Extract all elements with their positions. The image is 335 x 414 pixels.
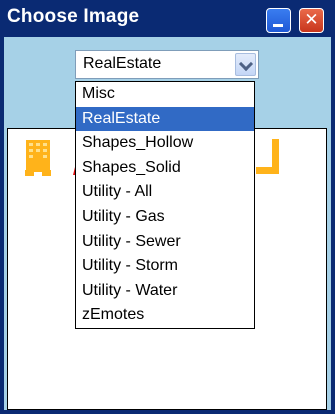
- category-dropdown-list[interactable]: Misc RealEstate Shapes_Hollow Shapes_Solid U…: [75, 81, 255, 329]
- close-button[interactable]: ✕: [299, 8, 324, 33]
- dropdown-option[interactable]: Shapes_Hollow: [76, 131, 254, 156]
- choose-image-window: Choose Image ✕ RealEstate Misc RealEstat…: [0, 0, 335, 414]
- dropdown-option[interactable]: Utility - Storm: [76, 254, 254, 279]
- dropdown-option[interactable]: Utility - All: [76, 180, 254, 205]
- dropdown-option[interactable]: zEmotes: [76, 303, 254, 328]
- window-title: Choose Image: [7, 6, 140, 27]
- select-arrow-button[interactable]: [235, 53, 256, 76]
- dropdown-option[interactable]: RealEstate: [76, 106, 254, 132]
- building-icon[interactable]: [25, 140, 51, 176]
- minimize-button[interactable]: [266, 8, 291, 33]
- select-value: RealEstate: [83, 55, 162, 72]
- dropdown-option[interactable]: Misc: [76, 82, 254, 107]
- dropdown-option[interactable]: Utility - Sewer: [76, 230, 254, 255]
- minimize-icon: [273, 24, 283, 27]
- chevron-down-icon: [238, 56, 254, 72]
- corner-icon[interactable]: [252, 139, 280, 175]
- dropdown-option[interactable]: Utility - Gas: [76, 205, 254, 230]
- image-category-select[interactable]: RealEstate: [75, 50, 259, 79]
- title-bar[interactable]: Choose Image ✕: [0, 0, 335, 37]
- dropdown-option[interactable]: Utility - Water: [76, 279, 254, 304]
- close-icon: ✕: [304, 10, 319, 30]
- dropdown-option[interactable]: Shapes_Solid: [76, 156, 254, 181]
